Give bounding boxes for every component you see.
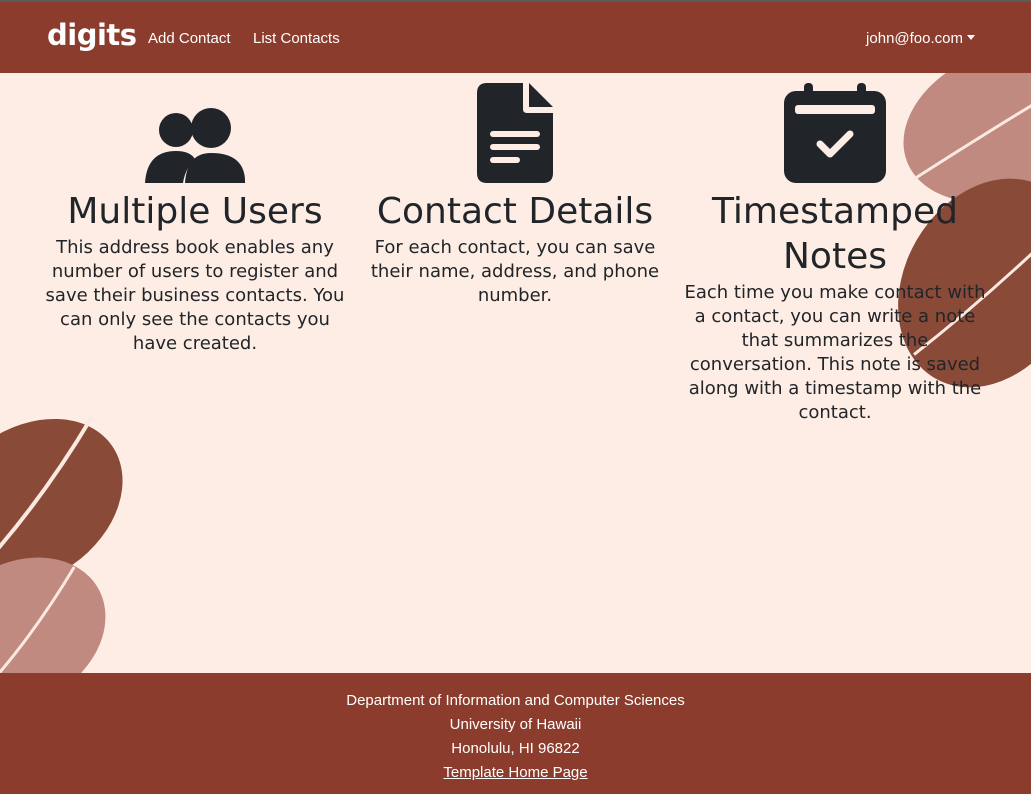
feature-text: This address book enables any number of … bbox=[45, 237, 345, 354]
navbar: digits Add Contact List Contacts john@fo… bbox=[0, 0, 1031, 73]
feature-text: For each contact, you can save their nam… bbox=[370, 237, 660, 306]
user-email: john@foo.com bbox=[866, 30, 963, 47]
feature-title: Contact Details bbox=[376, 191, 654, 232]
footer-university: University of Hawaii bbox=[449, 716, 582, 733]
users-icon bbox=[145, 108, 245, 183]
nav-list-contacts[interactable]: List Contacts bbox=[253, 30, 340, 47]
brand-logo[interactable]: digits bbox=[47, 18, 137, 52]
feature-title: Timestamped Notes bbox=[712, 191, 958, 277]
landing-content: Multiple Users This address book enables… bbox=[0, 73, 1031, 673]
file-lines-icon bbox=[477, 83, 553, 183]
footer-department: Department of Information and Computer S… bbox=[346, 692, 685, 709]
feature-contact-details: Contact Details For each contact, you ca… bbox=[360, 73, 670, 308]
template-home-link[interactable]: Template Home Page bbox=[443, 764, 587, 781]
nav-add-contact[interactable]: Add Contact bbox=[148, 30, 231, 47]
footer: Department of Information and Computer S… bbox=[0, 673, 1031, 794]
feature-timestamped-notes: Timestamped Notes Each time you make con… bbox=[680, 73, 990, 425]
calendar-check-icon bbox=[784, 83, 886, 183]
user-dropdown[interactable]: john@foo.com bbox=[866, 30, 975, 47]
footer-address: Honolulu, HI 96822 bbox=[451, 740, 580, 757]
caret-down-icon bbox=[967, 35, 975, 40]
feature-text: Each time you make contact with a contac… bbox=[684, 282, 986, 423]
feature-multiple-users: Multiple Users This address book enables… bbox=[40, 73, 350, 356]
feature-title: Multiple Users bbox=[67, 191, 323, 232]
